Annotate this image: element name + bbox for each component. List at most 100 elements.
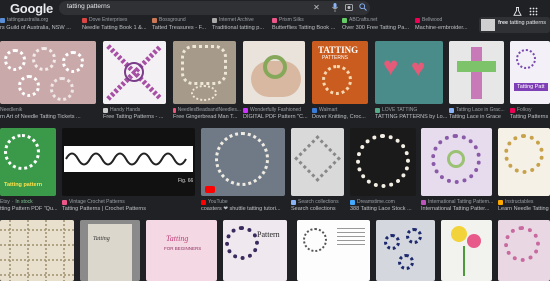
- related-item[interactable]: Prism Silks Butterflies Tatting Book ...: [272, 17, 340, 39]
- lace-motif: [225, 226, 259, 260]
- result-image[interactable]: Tatting: [80, 220, 140, 281]
- ring-lace: [263, 55, 287, 79]
- cross-motif: [471, 47, 482, 99]
- result-image[interactable]: [103, 41, 166, 104]
- result-image[interactable]: [498, 128, 550, 196]
- result-image[interactable]: [201, 128, 285, 196]
- result-image[interactable]: [243, 41, 305, 104]
- result-image[interactable]: [350, 128, 416, 196]
- favicon-icon: [449, 108, 454, 113]
- cross-motif: [457, 61, 496, 72]
- favicon-icon: [415, 18, 420, 23]
- favicon-icon: [0, 18, 5, 23]
- favicon-icon: [152, 18, 157, 23]
- related-item[interactable]: Bossground Tatted Treasures - F...: [152, 17, 217, 39]
- lace-motif: [4, 49, 26, 71]
- lace-motif: [398, 254, 414, 270]
- related-results-strip: tattingaustralia.org rs Guild of Austral…: [0, 17, 550, 39]
- result-image[interactable]: [421, 128, 492, 196]
- result-caption[interactable]: Tatting Lace in Grac... Tatting Lace in …: [449, 107, 507, 121]
- result-caption[interactable]: Walmart Dover Knitting, Croc...: [312, 107, 372, 121]
- result-caption[interactable]: NeedlesBeadsandNeedles... Free Gingerbre…: [173, 107, 241, 121]
- lace-motif: [504, 134, 544, 174]
- result-image[interactable]: Tatting FOR BEGINNERS: [146, 220, 217, 281]
- result-caption[interactable]: Search collections Search collections: [291, 199, 347, 213]
- related-item[interactable]: Bellwood Machine-embroider...: [415, 17, 477, 39]
- tile-label: Tatting pattern: [4, 182, 43, 188]
- favicon-icon: [342, 18, 347, 23]
- result-caption[interactable]: Vintage Crochet Patterns Tatting Pattern…: [62, 199, 197, 213]
- related-item[interactable]: ABCrafts.net Over 300 Free Tatting Pa...: [342, 17, 414, 39]
- book-title: Tatting: [166, 234, 189, 243]
- favicon-icon: [243, 108, 248, 113]
- related-search-chip[interactable]: free tatting patterns: [479, 17, 550, 33]
- lace-motif: [32, 47, 56, 71]
- lace-motif: [504, 226, 540, 262]
- search-icon[interactable]: [358, 3, 367, 13]
- google-logo[interactable]: Google: [10, 1, 53, 16]
- result-caption[interactable]: Wonderfully Fashioned DIGITAL PDF Patter…: [243, 107, 311, 121]
- lace-motif: [215, 132, 269, 186]
- apps-icon[interactable]: [529, 3, 538, 16]
- lace-motif: [406, 228, 422, 244]
- lace-motif: [384, 234, 400, 250]
- lace-center: [447, 150, 465, 168]
- result-image[interactable]: Tatting Patt: [510, 41, 550, 104]
- result-image[interactable]: Pattern: [223, 220, 287, 281]
- heart-icon: ♥: [383, 51, 399, 81]
- result-image[interactable]: [173, 41, 236, 104]
- camera-icon[interactable]: [344, 3, 353, 13]
- microphone-icon[interactable]: [330, 3, 339, 13]
- book-title: Tatting: [93, 236, 110, 242]
- chip-tatting-patterns: Tatting Patt: [514, 83, 548, 91]
- result-caption[interactable]: Needlenik rn Art of Needle Tatting Ticke…: [0, 107, 100, 121]
- result-image[interactable]: [441, 220, 492, 281]
- close-icon[interactable]: ✕: [312, 3, 321, 13]
- chip-thumbnail: [481, 19, 495, 31]
- edging-pattern: [65, 152, 187, 166]
- search-input[interactable]: tatting patterns: [67, 3, 110, 10]
- result-image[interactable]: [0, 220, 74, 281]
- favicon-icon: [272, 18, 277, 23]
- result-caption[interactable]: YouTube coasters ❤ shuttle tatting tutor…: [201, 199, 287, 213]
- favicon-icon: [350, 200, 355, 205]
- favicon-icon: [103, 108, 108, 113]
- flower-motif: [451, 226, 467, 242]
- result-image[interactable]: ♥ ♥: [375, 41, 443, 104]
- book-title: Pattern: [257, 230, 280, 239]
- page-lines: [337, 228, 365, 229]
- figure-label: Fig. 66: [178, 178, 194, 184]
- book-cover: [88, 224, 132, 281]
- lace-motif: [62, 51, 84, 73]
- search-box[interactable]: tatting patterns ✕: [59, 1, 370, 15]
- favicon-icon: [312, 108, 317, 113]
- result-image[interactable]: Fig. 66: [62, 128, 195, 196]
- result-image[interactable]: [449, 41, 504, 104]
- result-image[interactable]: [0, 41, 96, 104]
- result-image[interactable]: [297, 220, 370, 281]
- result-image[interactable]: TATTING PATTERNS: [312, 41, 368, 104]
- result-caption[interactable]: Folksy Tatting Patterns: [510, 107, 550, 121]
- labs-icon[interactable]: [513, 3, 522, 16]
- result-caption[interactable]: LOVE TATTING TATTING PATTERNS by Lo...: [375, 107, 447, 121]
- favicon-icon: [62, 200, 67, 205]
- related-item[interactable]: Internet Archive Traditional tatting p..…: [212, 17, 274, 39]
- result-image[interactable]: [291, 128, 344, 196]
- lace-motif: [356, 134, 410, 188]
- lace-motif: [322, 65, 352, 95]
- favicon-icon: [498, 200, 503, 205]
- result-image[interactable]: [498, 220, 550, 281]
- result-caption[interactable]: Handy Hands Free Tatting Patterns - ...: [103, 107, 171, 121]
- result-image[interactable]: Tatting pattern: [0, 128, 56, 196]
- chip-label: free tatting patterns: [498, 20, 547, 26]
- result-caption[interactable]: Instructables Learn Needle Tatting: [498, 199, 550, 213]
- result-caption[interactable]: Etsy · In stock tting Pattern PDF "Qu...: [0, 199, 58, 213]
- book-subtitle: PATTERNS: [322, 55, 348, 61]
- result-image[interactable]: [376, 220, 435, 281]
- lace-motif: [181, 45, 227, 85]
- result-caption[interactable]: International Tatting Pattern... Interna…: [421, 199, 495, 213]
- favicon-icon: [291, 200, 296, 205]
- result-caption[interactable]: Dreamstime.com 388 Tatting Lace Stock ..…: [350, 199, 418, 213]
- lace-motif: [50, 77, 74, 101]
- lace-motif: [516, 49, 536, 69]
